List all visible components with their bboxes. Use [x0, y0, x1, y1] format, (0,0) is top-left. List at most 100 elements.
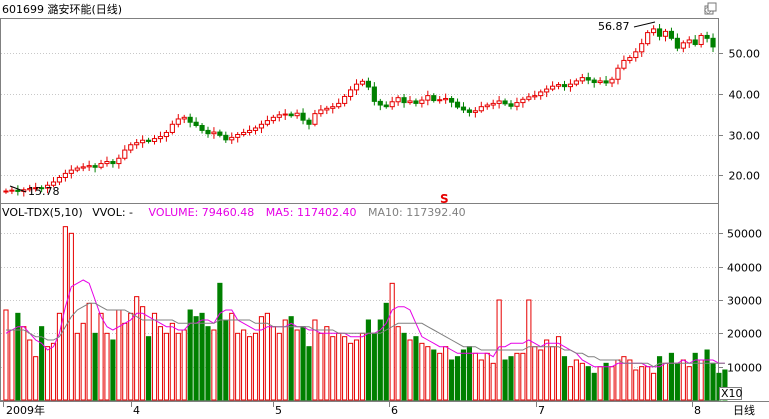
- candle-body: [342, 95, 348, 104]
- x-label-year: 2009年: [6, 403, 45, 417]
- volume-bar: [371, 332, 377, 401]
- volume-bar: [520, 352, 526, 401]
- volume-bar: [282, 319, 288, 401]
- candle-body: [383, 104, 389, 108]
- volume-bar: [324, 326, 330, 401]
- volume-bar: [98, 312, 104, 401]
- price-axis: 20.00 30.00 40.00 50.00: [718, 48, 760, 183]
- candle-body: [229, 136, 235, 141]
- volume-bar: [508, 356, 514, 401]
- candle-body: [532, 95, 538, 98]
- volume-bar: [3, 309, 9, 401]
- x-label-aug: 8: [694, 404, 701, 417]
- candle-body: [651, 28, 657, 34]
- candle-body: [431, 95, 437, 102]
- candle-body: [324, 107, 330, 111]
- volume-bar: [318, 332, 324, 401]
- candle-body: [555, 84, 562, 87]
- candle-body: [157, 136, 164, 140]
- volume-bar: [561, 356, 568, 401]
- volume-bar: [466, 346, 473, 401]
- volume-bar: [175, 332, 181, 401]
- candle-body: [656, 28, 663, 37]
- volume-bar: [526, 299, 532, 401]
- candle-body: [627, 57, 633, 61]
- volume-bar: [573, 359, 579, 401]
- vvol-label: VVOL: -: [92, 206, 133, 219]
- volume-bar: [134, 296, 140, 401]
- candle-body: [223, 134, 229, 141]
- volume-bar: [680, 359, 686, 401]
- candle-body: [645, 32, 651, 45]
- candle-body: [514, 102, 520, 107]
- candle-body: [98, 163, 104, 168]
- volume-bar: [437, 352, 443, 401]
- volume-bar: [270, 326, 276, 401]
- volume-bar: [383, 302, 389, 401]
- volume-bar: [104, 332, 110, 401]
- candle-body: [567, 83, 574, 88]
- candle-body: [371, 86, 377, 102]
- volume-bar: [300, 326, 306, 401]
- volume-bar: [460, 349, 467, 401]
- candle-body: [413, 100, 419, 104]
- ma5-value: MA5: 117402.40: [266, 206, 357, 219]
- volume-bar: [27, 339, 33, 401]
- volume-bar: [276, 332, 282, 401]
- period-label[interactable]: 日线: [733, 403, 755, 417]
- volume-bar: [645, 366, 651, 401]
- candle-body: [169, 123, 175, 133]
- volume-bar: [431, 349, 437, 401]
- volume-bar: [44, 346, 51, 401]
- volume-bar: [92, 332, 98, 401]
- event-marker: S: [440, 192, 449, 206]
- volume-unit-label: X10: [721, 387, 743, 400]
- candle-body: [561, 84, 568, 88]
- candle-body: [633, 51, 639, 59]
- candle-body: [686, 39, 692, 44]
- volume-bars: [3, 226, 728, 401]
- volume-bar: [151, 312, 158, 401]
- volume-bar: [449, 359, 455, 401]
- volume-bar: [169, 322, 175, 401]
- volume-bar: [401, 332, 407, 401]
- candle-body: [56, 176, 63, 183]
- volume-bar: [704, 349, 710, 401]
- volume-bar: [698, 359, 704, 401]
- candle-body: [692, 39, 698, 45]
- candle-body: [698, 34, 704, 45]
- volume-bar: [252, 332, 259, 401]
- candle-body: [585, 77, 591, 81]
- candle-body: [270, 116, 276, 122]
- candle-body: [68, 169, 74, 174]
- candle-body: [407, 100, 413, 104]
- high-arrow: [633, 21, 656, 28]
- volume-bar: [229, 312, 235, 401]
- candle-body: [74, 167, 80, 171]
- volume-bar: [50, 342, 57, 401]
- volume-bar: [306, 346, 312, 401]
- volume-bar: [567, 366, 574, 401]
- candle-body: [122, 149, 128, 159]
- volume-bar: [490, 362, 496, 401]
- volume-bar: [74, 332, 80, 401]
- candle-body: [235, 134, 241, 138]
- candle-body: [246, 129, 253, 133]
- volume-bar: [157, 326, 164, 401]
- volume-bar: [330, 336, 336, 401]
- candle-body: [615, 67, 621, 80]
- candle-body: [116, 157, 122, 165]
- candle-body: [9, 189, 15, 192]
- volume-bar: [181, 329, 187, 401]
- chart-canvas[interactable]: 20.00 30.00 40.00 50.00 10000 20000 30000 4000…: [0, 0, 769, 419]
- candle-body: [443, 97, 449, 101]
- price-tick-label: 30.00: [729, 130, 761, 143]
- candle-body: [603, 80, 609, 84]
- volume-bar: [454, 356, 461, 401]
- candle-body: [151, 138, 158, 142]
- volume-bar: [288, 316, 294, 401]
- price-tick-label: 40.00: [729, 89, 761, 102]
- candle-body: [490, 102, 496, 106]
- volume-bar: [615, 359, 621, 401]
- candle-body: [145, 139, 152, 142]
